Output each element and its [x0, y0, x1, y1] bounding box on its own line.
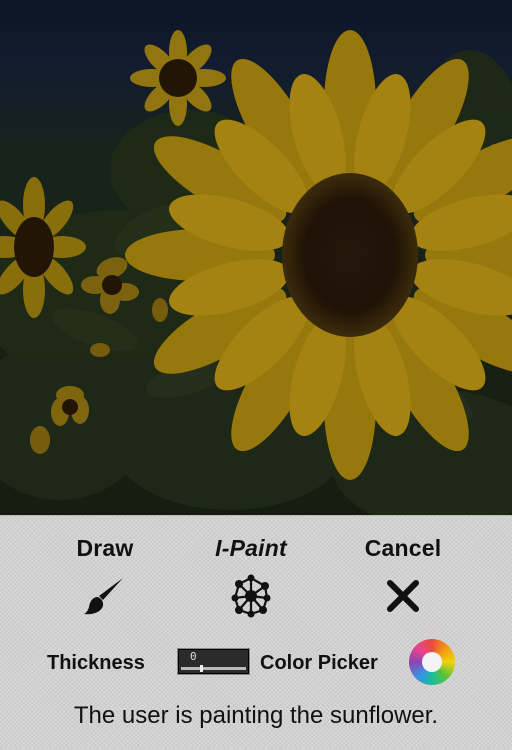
paintbrush-icon	[83, 574, 127, 618]
cancel-button[interactable]: Cancel	[343, 534, 463, 624]
thickness-slider-track	[181, 667, 246, 670]
node-graph-icon	[229, 574, 273, 618]
thickness-value: 0	[190, 650, 197, 663]
settings-row: Thickness 0 Color Picker	[0, 639, 512, 687]
sunflower-photo[interactable]	[0, 0, 512, 515]
color-wheel-icon[interactable]	[409, 639, 455, 685]
ipaint-button[interactable]: I-Paint	[191, 534, 311, 624]
cancel-label: Cancel	[364, 535, 442, 561]
photo-dim-overlay	[0, 0, 512, 515]
draw-button[interactable]: Draw	[45, 534, 165, 624]
ipaint-label: I-Paint	[215, 535, 287, 561]
color-picker-label: Color Picker	[260, 652, 378, 674]
thickness-label: Thickness	[47, 652, 145, 674]
paint-control-panel: Draw I-Paint Cancel Thickness 0 Color Pi…	[0, 515, 512, 750]
close-icon	[381, 574, 425, 618]
draw-label: Draw	[76, 535, 134, 561]
thickness-slider[interactable]: 0	[177, 648, 250, 675]
status-text: The user is painting the sunflower.	[73, 702, 439, 729]
thickness-slider-thumb[interactable]	[200, 665, 203, 672]
